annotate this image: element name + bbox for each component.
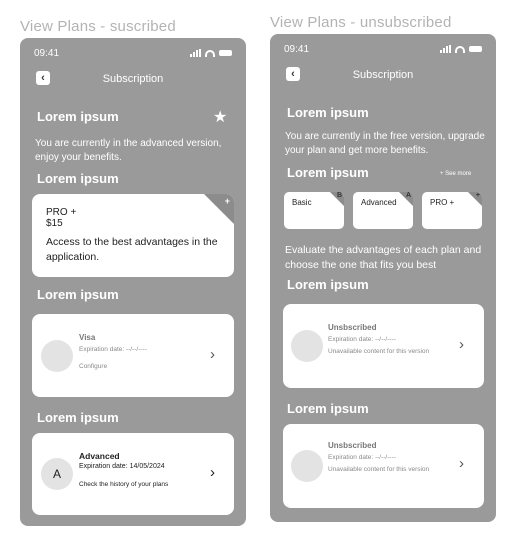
- card-note: Unavailable content for this version: [328, 466, 430, 473]
- plan-description: Access to the best advantages in the app…: [46, 236, 218, 263]
- chevron-right-icon[interactable]: ›: [459, 336, 464, 353]
- section-title: Lorem ipsum: [287, 277, 369, 292]
- plan-history-link[interactable]: Check the history of your plans: [79, 481, 168, 488]
- card-avatar: [291, 330, 323, 362]
- plan-badge: B: [336, 192, 342, 199]
- card-expiration: Expiration date: --/--/----: [328, 454, 396, 461]
- chevron-right-icon[interactable]: ›: [210, 464, 215, 481]
- subscription-status-text: You are currently in the advanced versio…: [35, 138, 222, 163]
- plan-price: $15: [46, 218, 63, 229]
- section-title: Lorem ipsum: [37, 109, 119, 124]
- nav-title: Subscription: [352, 69, 414, 81]
- unsubscribed-card[interactable]: Unsbscribed Expiration date: --/--/---- …: [283, 424, 484, 508]
- card-avatar: [41, 340, 73, 372]
- wifi-icon: [455, 45, 465, 53]
- current-plan-card[interactable]: + PRO + $15 Access to the best advantage…: [32, 194, 234, 277]
- unsubscribed-card[interactable]: Unsbscribed Expiration date: --/--/---- …: [283, 304, 484, 388]
- card-avatar: [291, 450, 323, 482]
- status-bar: 09:41: [284, 42, 482, 56]
- plan-history-expiration: Expiration date: 14/05/2024: [79, 463, 165, 470]
- wifi-icon: [205, 49, 215, 57]
- phone-screen-unsubscribed: 09:41 ‹ Subscription Lorem ipsum You are…: [270, 34, 496, 522]
- evaluate-plans-text: Evaluate the advantages of each plan and…: [285, 244, 482, 271]
- subscription-status-text: You are currently in the free version, u…: [285, 131, 485, 156]
- section-title: Lorem ipsum: [37, 287, 119, 302]
- section-title: Lorem ipsum: [287, 105, 369, 120]
- nav-title: Subscription: [102, 73, 164, 85]
- card-note: Unavailable content for this version: [328, 348, 430, 355]
- plan-history-card[interactable]: A Advanced Expiration date: 14/05/2024 C…: [32, 433, 234, 515]
- status-bar: 09:41: [34, 46, 232, 60]
- plan-option-pro[interactable]: + PRO +: [422, 192, 482, 229]
- plan-badge: +: [475, 192, 480, 199]
- status-time: 09:41: [284, 43, 310, 55]
- frame-title-subscribed: View Plans - suscribed: [20, 18, 176, 35]
- frame-title-unsubscribed: View Plans - unsubscribed: [270, 14, 452, 31]
- card-title: Unsbscribed: [328, 323, 377, 332]
- section-title: Lorem ipsum: [287, 401, 369, 416]
- payment-expiration: Expiration date: --/--/----: [79, 346, 147, 353]
- status-time: 09:41: [34, 47, 60, 59]
- plan-name: PRO +: [46, 207, 77, 218]
- signal-icon: [440, 45, 451, 53]
- plan-avatar: A: [41, 458, 73, 490]
- payment-method-card[interactable]: Visa Expiration date: --/--/---- Configu…: [32, 314, 234, 397]
- plan-option-basic[interactable]: B Basic: [284, 192, 344, 229]
- card-expiration: Expiration date: --/--/----: [328, 336, 396, 343]
- card-title: Unsbscribed: [328, 441, 377, 450]
- plan-badge: A: [405, 192, 411, 199]
- phone-screen-subscribed: 09:41 ‹ Subscription Lorem ipsum ★ You a…: [20, 38, 246, 526]
- star-icon[interactable]: ★: [213, 107, 227, 127]
- plus-icon: +: [224, 196, 230, 206]
- battery-icon: [469, 46, 482, 52]
- section-title: Lorem ipsum: [37, 410, 119, 425]
- plan-option-advanced[interactable]: A Advanced: [353, 192, 413, 229]
- signal-icon: [190, 49, 201, 57]
- section-title: Lorem ipsum: [287, 165, 369, 180]
- payment-card-title: Visa: [79, 333, 96, 342]
- chevron-right-icon[interactable]: ›: [459, 455, 464, 472]
- section-title: Lorem ipsum: [37, 171, 119, 186]
- plan-option-name: Basic: [292, 198, 312, 207]
- plan-option-name: Advanced: [361, 198, 397, 207]
- battery-icon: [219, 50, 232, 56]
- chevron-right-icon[interactable]: ›: [210, 346, 215, 363]
- see-more-link[interactable]: + See more: [440, 171, 471, 177]
- plan-history-title: Advanced: [79, 451, 120, 461]
- plan-option-name: PRO +: [430, 198, 455, 207]
- configure-link[interactable]: Configure: [79, 363, 107, 370]
